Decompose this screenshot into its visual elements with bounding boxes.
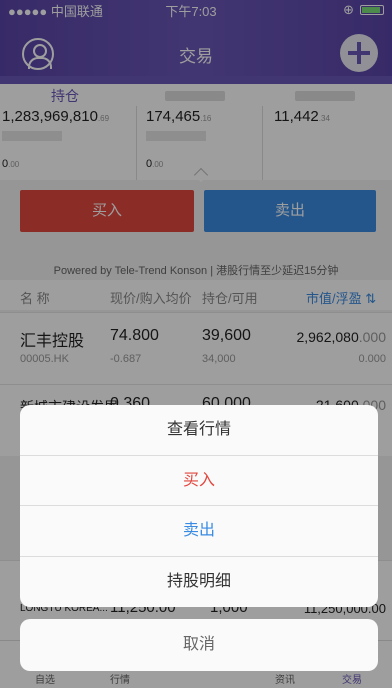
action-sheet: 查看行情 买入 卖出 持股明细 [20, 405, 378, 607]
holding-detail-button[interactable]: 持股明细 [20, 557, 378, 608]
sheet-sell-button[interactable]: 卖出 [20, 506, 378, 557]
cancel-button[interactable]: 取消 [20, 619, 378, 671]
view-quote-button[interactable]: 查看行情 [20, 405, 378, 456]
sheet-buy-button[interactable]: 买入 [20, 456, 378, 506]
